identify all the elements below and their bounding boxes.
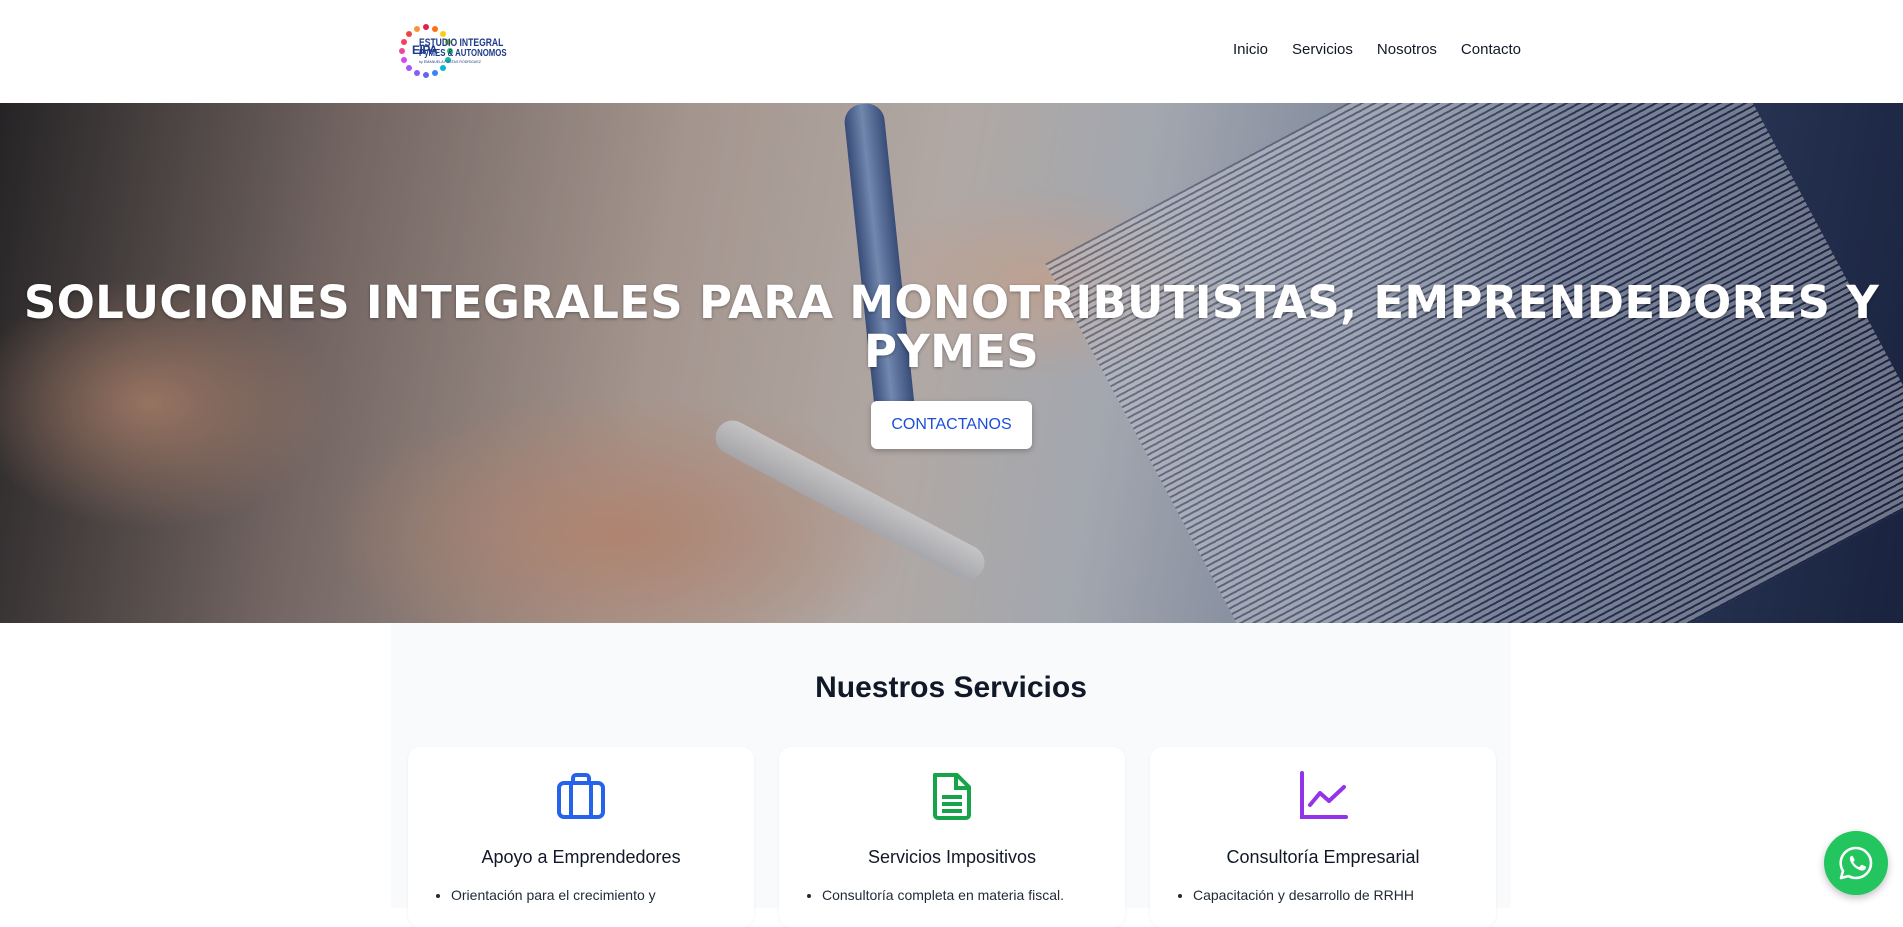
list-item: Capacitación y desarrollo de RRHH <box>1193 885 1414 905</box>
site-header: EIPA ESTUDIO INTEGRAL PyMES & AUTONOMOS … <box>0 0 1903 103</box>
service-card-title: Apoyo a Emprendedores <box>481 847 681 867</box>
service-card-list: Consultoría completa en materia fiscal. <box>803 885 1064 905</box>
hero-section: SOLUCIONES INTEGRALES PARA MONOTRIBUTIST… <box>0 103 1903 623</box>
hero-title-line-1: SOLUCIONES INTEGRALES PARA MONOTRIBUTIST… <box>23 276 1880 329</box>
file-text-icon <box>933 773 971 820</box>
list-item: Orientación para el crecimiento y <box>451 885 656 905</box>
whatsapp-icon <box>1839 846 1873 880</box>
logo-line-3: by EMANUELA FUSTAS RODRIGUEZ <box>418 58 481 64</box>
service-card-list: Orientación para el crecimiento y <box>432 885 656 905</box>
logo-text: ESTUDIO INTEGRAL PyMES & AUTONOMOS by EM… <box>418 37 531 64</box>
main-nav: Inicio Servicios Nosotros Contacto <box>1233 41 1521 58</box>
service-card-title: Consultoría Empresarial <box>1226 847 1420 867</box>
service-card-list: Capacitación y desarrollo de RRHH <box>1174 885 1414 905</box>
service-card-consultoria: Consultoría Empresarial Capacitación y d… <box>1150 747 1496 927</box>
list-item: Consultoría completa en materia fiscal. <box>822 885 1064 905</box>
hero-title: SOLUCIONES INTEGRALES PARA MONOTRIBUTIST… <box>0 278 1903 376</box>
nav-inicio[interactable]: Inicio <box>1233 41 1268 58</box>
briefcase-icon <box>557 773 605 819</box>
service-card-title: Servicios Impositivos <box>867 847 1037 867</box>
contact-cta-button[interactable]: CONTACTANOS <box>871 401 1032 449</box>
whatsapp-button[interactable] <box>1824 831 1888 895</box>
chart-line-icon <box>1300 771 1348 819</box>
logo[interactable]: EIPA ESTUDIO INTEGRAL PyMES & AUTONOMOS … <box>399 24 531 78</box>
service-card-impositivos: Servicios Impositivos Consultoría comple… <box>779 747 1125 927</box>
nav-nosotros[interactable]: Nosotros <box>1377 41 1437 58</box>
services-section: Nuestros Servicios Apoyo a Emprendedores… <box>391 623 1511 927</box>
service-card-emprendedores: Apoyo a Emprendedores Orientación para e… <box>408 747 754 927</box>
services-title: Nuestros Servicios <box>815 671 1087 704</box>
nav-servicios[interactable]: Servicios <box>1292 41 1353 58</box>
nav-contacto[interactable]: Contacto <box>1461 41 1521 58</box>
hero-title-line-2: PYMES <box>864 325 1039 378</box>
